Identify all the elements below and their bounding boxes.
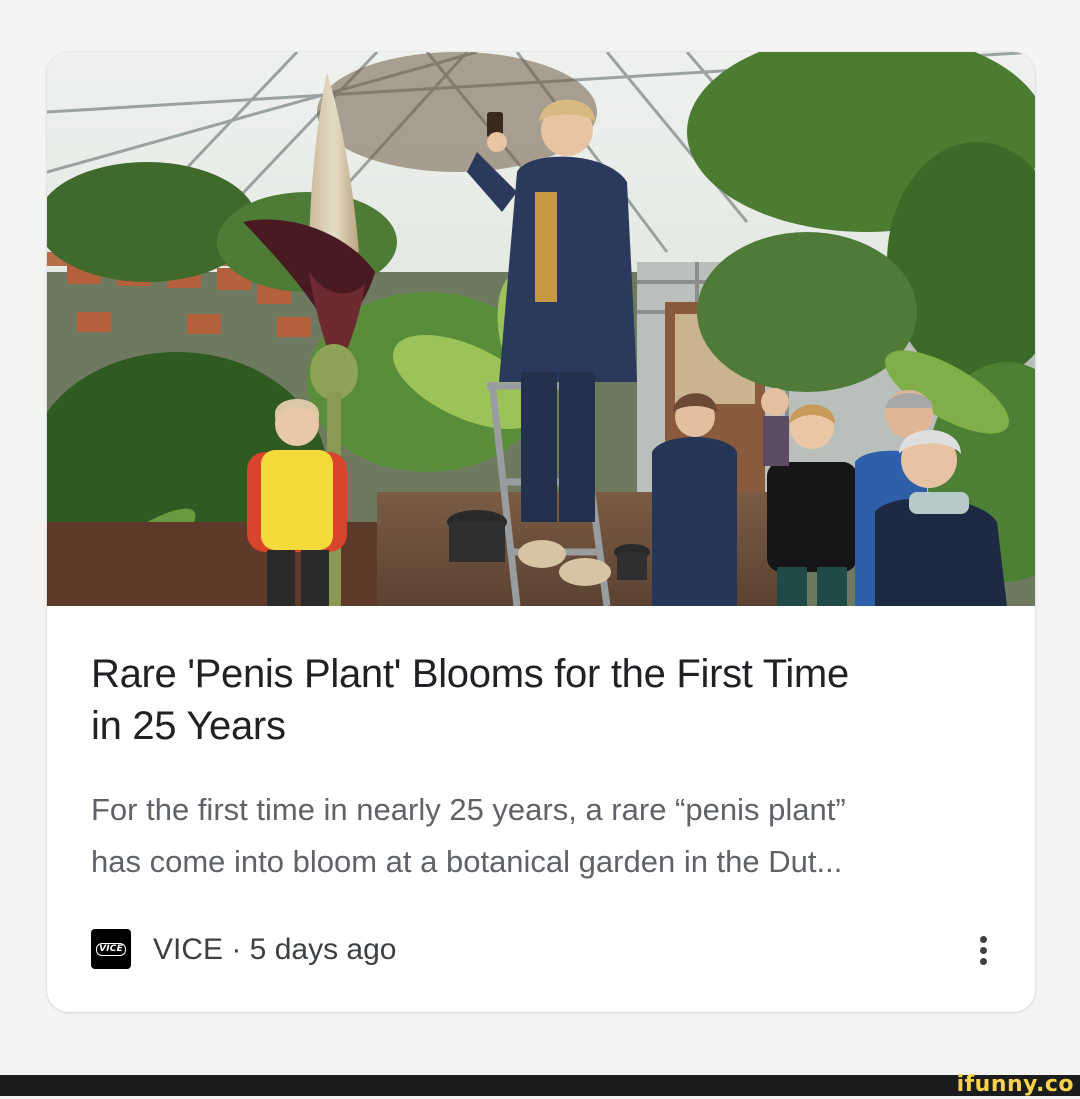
article-headline[interactable]: Rare 'Penis Plant' Blooms for the First … (91, 648, 991, 752)
snippet-line-1: For the first time in nearly 25 years, a… (91, 792, 846, 827)
headline-line-1: Rare 'Penis Plant' Blooms for the First … (91, 652, 849, 696)
article-photo[interactable] (47, 52, 1035, 606)
news-card[interactable]: Rare 'Penis Plant' Blooms for the First … (47, 52, 1035, 1012)
source-and-time: VICE · 5 days ago (153, 933, 397, 966)
vertical-ellipsis-icon-dot (979, 957, 987, 965)
watermark-bar: ifunny.co (0, 1072, 1080, 1097)
snippet-line-2: has come into bloom at a botanical garde… (91, 844, 843, 879)
more-options-button[interactable] (965, 927, 1001, 973)
article-snippet: For the first time in nearly 25 years, a… (91, 784, 991, 888)
vertical-ellipsis-icon (979, 935, 987, 943)
source-logo-text: VICE (96, 942, 126, 956)
headline-line-2: in 25 Years (91, 704, 286, 748)
vertical-ellipsis-icon-dot (979, 946, 987, 954)
ifunny-watermark: ifunny.co (956, 1072, 1074, 1097)
vice-logo-icon: VICE (91, 929, 131, 969)
